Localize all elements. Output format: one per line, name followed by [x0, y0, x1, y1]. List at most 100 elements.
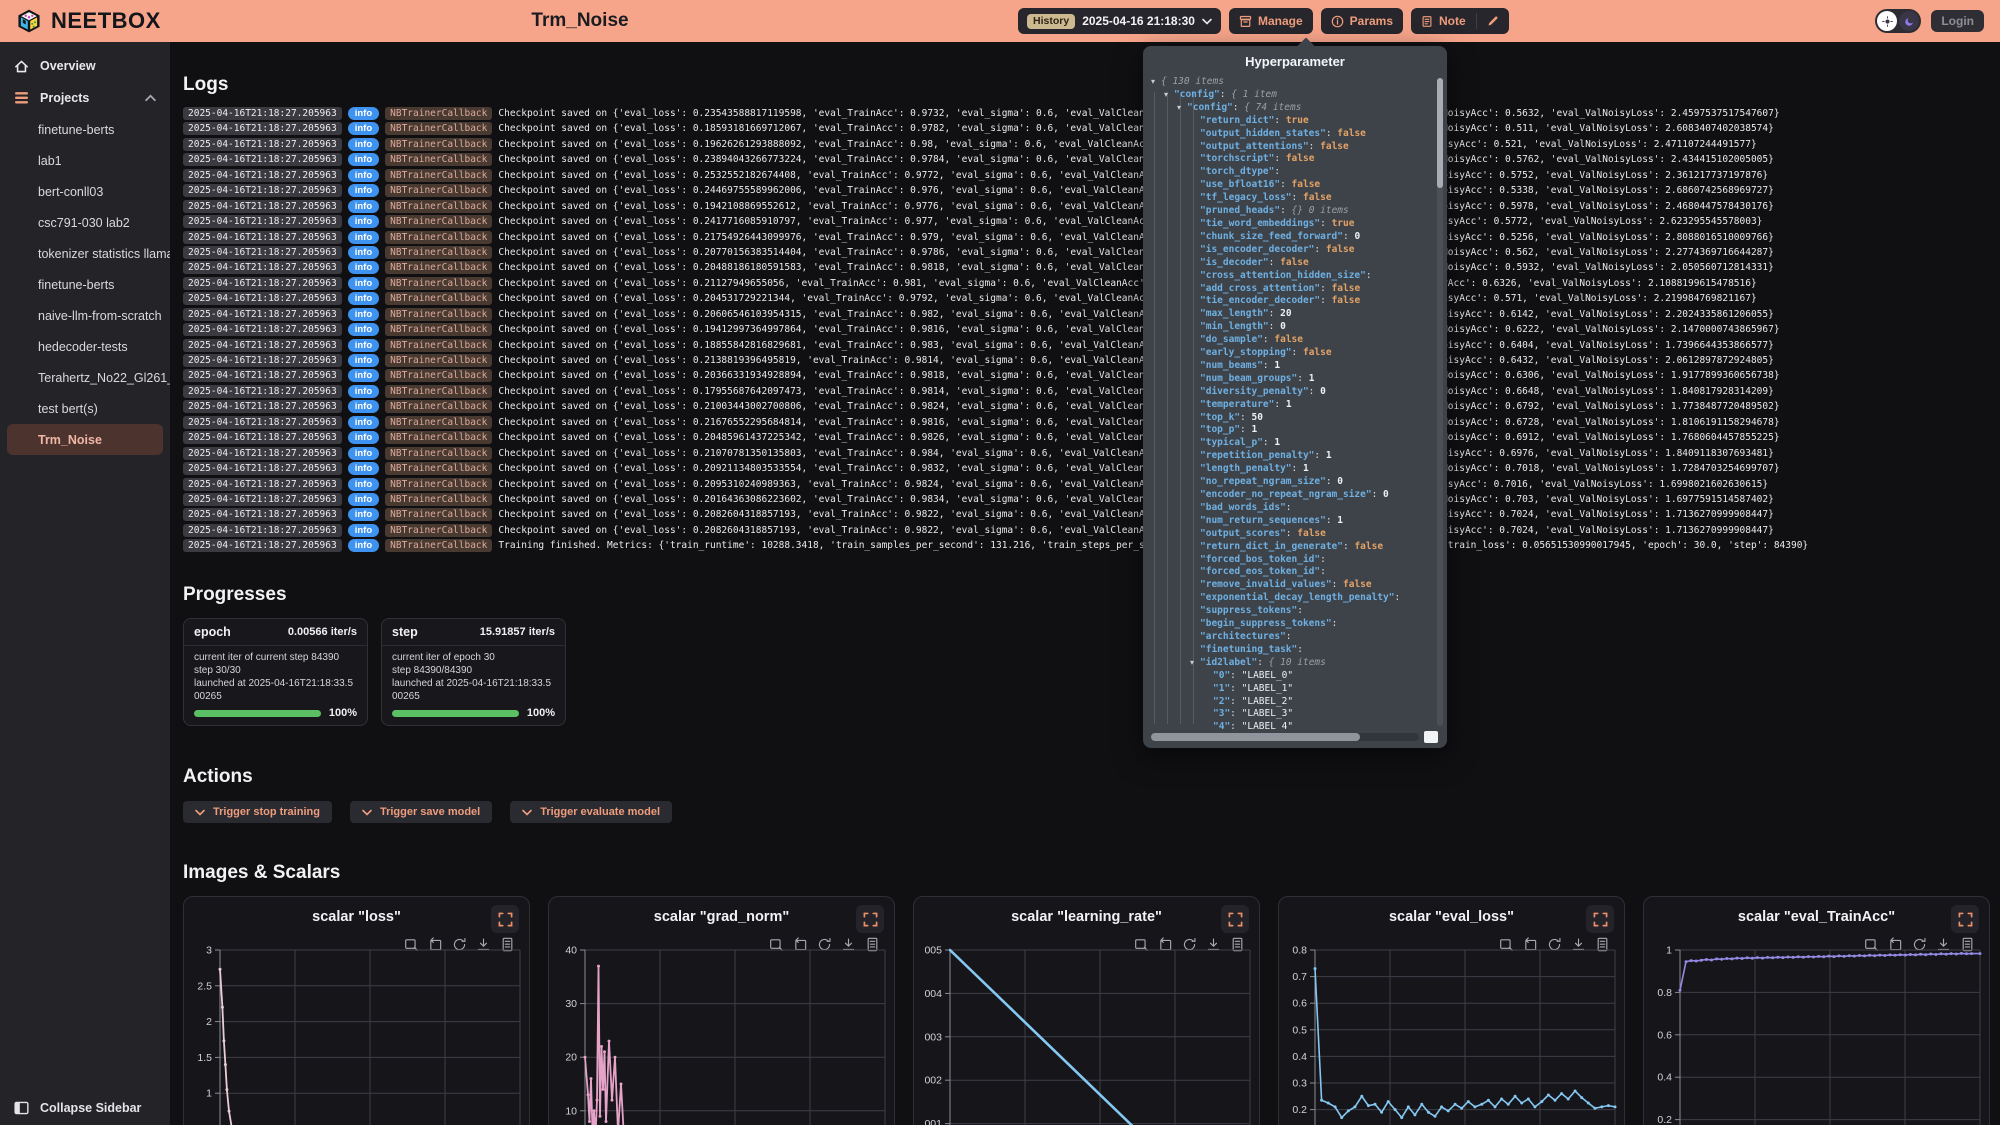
action-button-label: Trigger stop training: [213, 806, 320, 818]
sidebar-project-item[interactable]: finetune-berts: [0, 269, 170, 300]
json-key: "repetition_penalty": [1200, 450, 1314, 461]
log-level-badge: info: [348, 122, 379, 135]
fullscreen-button[interactable]: [856, 905, 884, 933]
json-tree-line: "min_length": 0: [1151, 321, 1431, 334]
collapse-caret-icon[interactable]: ▾: [1177, 102, 1187, 115]
sidebar-project-item[interactable]: test bert(s): [0, 393, 170, 424]
sidebar-project-item[interactable]: Terahertz_No22_Gl261_gl...: [0, 362, 170, 393]
svg-text:0.3: 0.3: [1292, 1078, 1307, 1090]
sidebar-project-item[interactable]: lab1: [0, 145, 170, 176]
sun-icon: [1877, 11, 1897, 31]
fullscreen-button[interactable]: [1951, 905, 1979, 933]
params-button[interactable]: Params: [1321, 8, 1403, 34]
brand[interactable]: NEETBOX: [0, 8, 161, 34]
login-button[interactable]: Login: [1931, 10, 1984, 32]
chart-title: scalar "grad_norm": [549, 909, 894, 925]
json-key: "id2label": [1200, 657, 1257, 668]
svg-text:2: 2: [206, 1016, 212, 1028]
json-tree-line: "suppress_tokens":: [1151, 605, 1431, 618]
json-tree-line: "num_return_sequences": 1: [1151, 515, 1431, 528]
json-value: 1: [1286, 399, 1292, 410]
json-tree-line: "encoder_no_repeat_ngram_size": 0: [1151, 489, 1431, 502]
sidebar-project-item[interactable]: csc791-030 lab2: [0, 207, 170, 238]
note-button-group[interactable]: Note: [1411, 8, 1509, 34]
collapse-sidebar-button[interactable]: Collapse Sidebar: [14, 1101, 141, 1115]
json-tree-line: "cross_attention_hidden_size":: [1151, 270, 1431, 283]
log-timestamp: 2025-04-16T21:18:27.205963: [183, 478, 342, 491]
log-timestamp: 2025-04-16T21:18:27.205963: [183, 215, 342, 228]
progress-detail: step 84390/84390: [392, 664, 555, 677]
log-row: 2025-04-16T21:18:27.205963infoNBTrainerC…: [183, 400, 1988, 413]
log-timestamp: 2025-04-16T21:18:27.205963: [183, 354, 342, 367]
log-level-badge: info: [348, 277, 379, 290]
log-row: 2025-04-16T21:18:27.205963infoNBTrainerC…: [183, 354, 1988, 367]
history-dropdown[interactable]: History 2025-04-16 21:18:30: [1018, 8, 1221, 34]
json-key: "begin_suppress_tokens": [1200, 618, 1332, 629]
sidebar-project-item[interactable]: naive-llm-from-scratch: [0, 300, 170, 331]
scalar-plot[interactable]: 40302010: [549, 942, 896, 1125]
hyperparameter-title: Hyperparameter: [1143, 46, 1447, 69]
json-tree-line: ▾"config": { 74 items: [1151, 102, 1431, 115]
log-row: 2025-04-16T21:18:27.205963infoNBTrainerC…: [183, 493, 1988, 506]
logs-heading: Logs: [183, 74, 228, 96]
fullscreen-button[interactable]: [1221, 905, 1249, 933]
action-button-label: Trigger evaluate model: [540, 806, 660, 818]
json-tree-line: "bad_words_ids":: [1151, 502, 1431, 515]
sidebar-project-item[interactable]: hedecoder-tests: [0, 331, 170, 362]
projects-list-icon: [14, 91, 29, 105]
svg-text:2.5: 2.5: [197, 980, 212, 992]
fullscreen-button[interactable]: [1586, 905, 1614, 933]
action-button-trigger-evaluate-model[interactable]: Trigger evaluate model: [510, 801, 672, 823]
vertical-scrollbar-thumb[interactable]: [1437, 78, 1443, 188]
json-key: "forced_eos_token_id": [1200, 566, 1320, 577]
sidebar-project-item[interactable]: Trm_Noise: [7, 424, 163, 455]
log-level-badge: info: [348, 447, 379, 460]
json-key: "no_repeat_ngram_size": [1200, 476, 1326, 487]
log-timestamp: 2025-04-16T21:18:27.205963: [183, 539, 342, 552]
json-key: "torch_dtype": [1200, 166, 1274, 177]
manage-button[interactable]: Manage: [1229, 8, 1313, 34]
json-key: "config": [1174, 89, 1220, 100]
sidebar-project-item[interactable]: finetune-berts: [0, 114, 170, 145]
page-title: Trm_Noise: [470, 10, 690, 32]
json-value: false: [1326, 244, 1355, 255]
scalar-plot[interactable]: 32.521.51: [184, 942, 531, 1125]
json-value: true: [1332, 218, 1355, 229]
collapse-caret-icon[interactable]: ▾: [1151, 76, 1161, 89]
action-button-trigger-save-model[interactable]: Trigger save model: [350, 801, 492, 823]
sidebar-item-projects[interactable]: Projects: [0, 87, 170, 109]
log-source-badge: NBTrainerCallback: [385, 493, 492, 506]
sidebar-project-item[interactable]: tokenizer statistics llama...: [0, 238, 170, 269]
json-key: "0": [1213, 670, 1230, 681]
log-timestamp: 2025-04-16T21:18:27.205963: [183, 122, 342, 135]
scalar-plot[interactable]: 005004003002001: [914, 942, 1261, 1125]
progress-detail: launched at 2025-04-16T21:18:33.500265: [392, 677, 555, 703]
collapse-caret-icon[interactable]: ▾: [1164, 89, 1174, 102]
pencil-icon[interactable]: [1487, 15, 1499, 27]
log-timestamp: 2025-04-16T21:18:27.205963: [183, 169, 342, 182]
json-meta: { 10 items: [1269, 657, 1326, 668]
json-tree-line: "remove_invalid_values": false: [1151, 579, 1431, 592]
collapse-caret-icon[interactable]: ▾: [1190, 657, 1200, 670]
horizontal-scrollbar-thumb[interactable]: [1151, 733, 1360, 741]
scrollbar-corner[interactable]: [1424, 731, 1438, 743]
scalar-plot[interactable]: 10.80.60.40.2: [1644, 942, 1991, 1125]
theme-toggle[interactable]: [1875, 9, 1921, 33]
json-key: "is_decoder": [1200, 257, 1269, 268]
json-tree-line: "return_dict_in_generate": false: [1151, 541, 1431, 554]
sidebar-item-overview[interactable]: Overview: [0, 55, 170, 77]
moon-icon: [1899, 11, 1919, 31]
projects-label: Projects: [40, 91, 89, 105]
json-key: "diversity_penalty": [1200, 386, 1309, 397]
log-source-badge: NBTrainerCallback: [385, 246, 492, 259]
scalar-chart-row: scalar "loss"32.521.51scalar "grad_norm"…: [183, 896, 1990, 1125]
fullscreen-button[interactable]: [491, 905, 519, 933]
action-button-trigger-stop-training[interactable]: Trigger stop training: [183, 801, 332, 823]
scalar-plot[interactable]: 0.80.70.60.50.40.30.2: [1279, 942, 1626, 1125]
log-timestamp: 2025-04-16T21:18:27.205963: [183, 246, 342, 259]
log-row: 2025-04-16T21:18:27.205963infoNBTrainerC…: [183, 416, 1988, 429]
json-tree-line: "tf_legacy_loss": false: [1151, 192, 1431, 205]
log-level-badge: info: [348, 200, 379, 213]
sidebar-project-item[interactable]: bert-conll03: [0, 176, 170, 207]
json-meta: { 74 items: [1244, 102, 1301, 113]
